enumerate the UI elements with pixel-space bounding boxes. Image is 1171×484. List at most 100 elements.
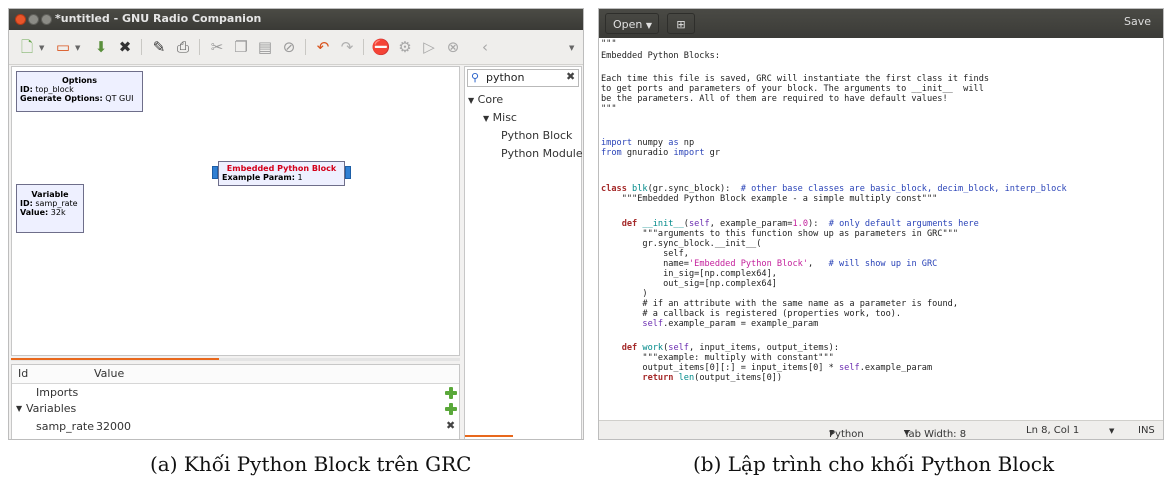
paste-icon[interactable]: ▤ <box>255 37 275 57</box>
undo-icon[interactable]: ↶ <box>313 37 333 57</box>
block-library: ⚲ python ✖ ▼ Core ▼ Misc Python Block Py… <box>464 66 583 439</box>
variable-value[interactable]: 32000 <box>96 420 131 433</box>
remove-variable-icon[interactable]: ✖ <box>446 419 455 432</box>
open-icon[interactable]: ▭ <box>53 37 73 57</box>
open-dropdown-icon[interactable]: ▼ <box>75 44 80 52</box>
window-title: *untitled - GNU Radio Companion <box>55 12 262 25</box>
block-title: Variable <box>31 190 69 199</box>
code-line: """ <box>601 104 617 114</box>
table-row[interactable]: samp_rate 32000 ✖ <box>12 419 459 435</box>
variable-id: samp_rate <box>36 420 95 433</box>
options-block[interactable]: Options ID: top_block Generate Options: … <box>16 71 143 112</box>
code-line: def work(self, input_items, output_items… <box>601 343 840 353</box>
close-icon[interactable]: ✖ <box>115 37 135 57</box>
block-param-value: 32k <box>48 208 66 217</box>
block-param-key: Example Param: <box>222 173 295 182</box>
tab-width-label: Tab Width: 8 <box>904 429 967 440</box>
output-port[interactable] <box>345 166 351 179</box>
code-line: to get ports and parameters of your bloc… <box>601 84 984 94</box>
code-line: output_items[0][:] = input_items[0] * se… <box>601 363 933 373</box>
close-window-icon[interactable] <box>15 14 26 25</box>
code-line: """Embedded Python Block example - a sim… <box>601 194 938 204</box>
new-dropdown-icon[interactable]: ▼ <box>39 44 44 52</box>
code-line: out_sig=[np.complex64] <box>601 279 777 289</box>
insert-mode[interactable]: INS <box>1138 425 1155 436</box>
clear-search-icon[interactable]: ✖ <box>566 70 575 83</box>
caption-right: (b) Lập trình cho khối Python Block <box>693 452 1055 476</box>
code-line: """ <box>601 39 617 49</box>
toolbar-separator <box>305 39 306 55</box>
stop-icon[interactable]: ⛔ <box>371 37 391 57</box>
caption-left: (a) Khối Python Block trên GRC <box>150 452 472 476</box>
tree-item-label: Core <box>477 93 504 106</box>
chevron-down-icon[interactable]: ▼ <box>1109 427 1114 435</box>
gedit-headerbar: Open ▼ ⊞ Save <box>599 9 1163 38</box>
tree-item-python-module[interactable]: Python Module <box>501 147 583 160</box>
chevron-down-icon: ▼ <box>645 21 653 30</box>
cut-icon[interactable]: ✂ <box>207 37 227 57</box>
tree-item-misc[interactable]: ▼ Misc <box>483 111 517 124</box>
table-row[interactable]: ▼ Variables <box>12 401 459 417</box>
block-param-value: QT GUI <box>102 94 134 103</box>
toolbar-overflow-icon[interactable]: ▼ <box>569 44 574 52</box>
variables-label: Variables <box>26 402 77 415</box>
code-line: # if an attribute with the same name as … <box>601 299 958 309</box>
block-param-key: Generate Options: <box>20 94 103 103</box>
expander-icon[interactable]: ▼ <box>16 404 22 413</box>
scroll-indicator <box>465 435 513 437</box>
code-line: """arguments to this function show up as… <box>601 229 958 239</box>
imports-label: Imports <box>36 386 79 399</box>
add-import-icon[interactable] <box>444 386 458 400</box>
code-line: Each time this file is saved, GRC will i… <box>601 74 990 84</box>
maximize-window-icon[interactable] <box>41 14 52 25</box>
code-line: class blk(gr.sync_block): # other base c… <box>601 184 1067 194</box>
tree-item-core[interactable]: ▼ Core <box>468 93 503 106</box>
add-variable-icon[interactable] <box>444 402 458 416</box>
pane-splitter[interactable] <box>11 358 460 361</box>
code-line: # a callback is registered (properties w… <box>601 309 902 319</box>
code-line: Embedded Python Blocks: <box>601 51 720 61</box>
cursor-position[interactable]: Ln 8, Col 1 <box>1026 425 1079 436</box>
code-line: """example: multiply with constant""" <box>601 353 834 363</box>
generate-icon[interactable]: ⚙ <box>395 37 415 57</box>
search-icon: ⚲ <box>471 71 480 84</box>
minimize-window-icon[interactable] <box>28 14 39 25</box>
gedit-window: Open ▼ ⊞ Save """ Embedded Python Blocks… <box>598 8 1164 440</box>
flowgraph-canvas[interactable]: Options ID: top_block Generate Options: … <box>11 66 460 356</box>
embedded-python-block[interactable]: Embedded Python Block Example Param: 1 <box>218 161 345 186</box>
column-header-id[interactable]: Id <box>18 367 28 380</box>
expander-icon[interactable]: ▼ <box>483 114 489 123</box>
code-line: import numpy as np <box>601 138 695 148</box>
edit-icon[interactable]: ✎ <box>149 37 169 57</box>
new-tab-button[interactable]: ⊞ <box>667 13 695 34</box>
block-param-key: ID: <box>20 85 33 94</box>
back-icon[interactable]: ‹ <box>475 37 495 57</box>
search-value: python <box>486 71 525 84</box>
new-document-icon: ⊞ <box>676 18 686 31</box>
chevron-down-icon: ▼ <box>904 429 910 437</box>
variable-block[interactable]: Variable ID: samp_rate Value: 32k <box>16 184 84 233</box>
block-param-value: 1 <box>294 173 303 182</box>
save-button[interactable]: Save <box>1124 15 1151 28</box>
open-button[interactable]: Open ▼ <box>605 13 659 34</box>
tree-item-python-block[interactable]: Python Block <box>501 129 572 142</box>
chevron-down-icon: ▼ <box>829 429 835 437</box>
code-editor[interactable]: """ Embedded Python Blocks: Each time th… <box>599 38 1163 420</box>
kill-icon[interactable]: ⊗ <box>443 37 463 57</box>
block-title: Embedded Python Block <box>226 164 337 173</box>
new-icon[interactable]: 🗋 <box>17 37 37 57</box>
search-input[interactable]: ⚲ python <box>467 69 579 87</box>
table-row[interactable]: Imports <box>12 385 459 401</box>
print-icon[interactable]: ⎙ <box>173 37 193 57</box>
variables-table: Id Value Imports ▼ Variables samp_rate 3… <box>11 364 460 439</box>
save-icon[interactable]: ⬇ <box>91 37 111 57</box>
column-header-value[interactable]: Value <box>94 367 124 380</box>
redo-icon[interactable]: ↷ <box>337 37 357 57</box>
copy-icon[interactable]: ❐ <box>231 37 251 57</box>
code-line: self.example_param = example_param <box>601 319 819 329</box>
run-icon[interactable]: ▷ <box>419 37 439 57</box>
delete-icon[interactable]: ⊘ <box>279 37 299 57</box>
code-line: gr.sync_block.__init__( <box>601 239 762 249</box>
expander-icon[interactable]: ▼ <box>468 96 474 105</box>
block-param-value: top_block <box>32 85 74 94</box>
